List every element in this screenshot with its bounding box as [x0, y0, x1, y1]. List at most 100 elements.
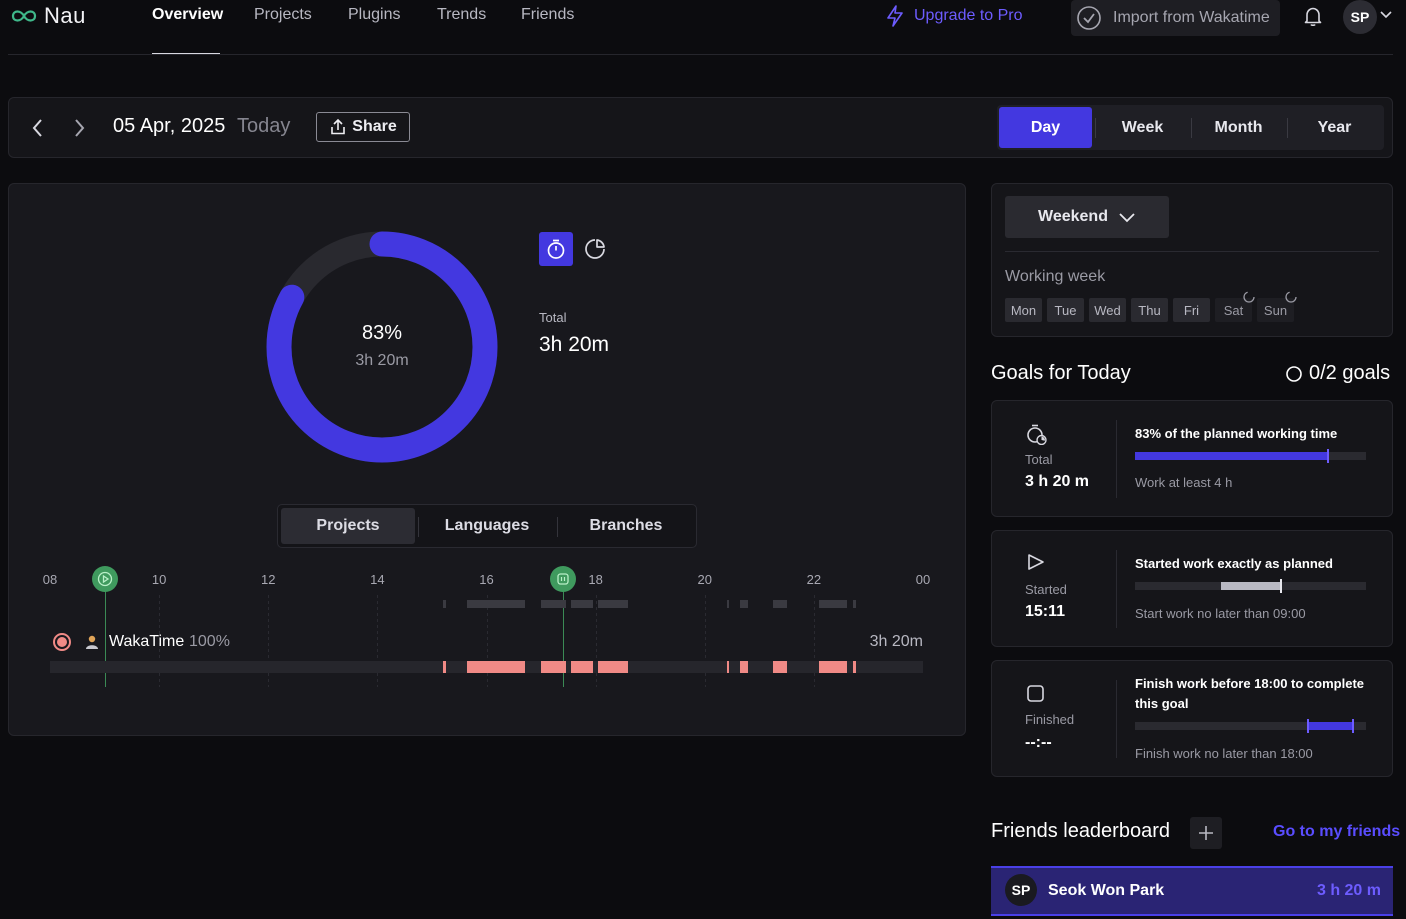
- timeline-project-bar: [50, 661, 923, 673]
- progress-donut: [266, 231, 498, 463]
- timeline-overview-row: [50, 600, 923, 608]
- nav-projects[interactable]: Projects: [254, 6, 312, 24]
- total-label: Total: [539, 310, 567, 325]
- chevron-down-icon[interactable]: [1379, 8, 1393, 22]
- weekend-dropdown[interactable]: Weekend: [1005, 196, 1169, 238]
- goals-count-label: 0/2 goals: [1309, 362, 1391, 384]
- timeline-gridline: [595, 595, 597, 687]
- timer-view-button[interactable]: [539, 232, 573, 266]
- day-chip-tue[interactable]: Tue: [1047, 298, 1084, 322]
- timeline-gridline: [813, 595, 815, 687]
- timeline-activity-block[interactable]: [541, 661, 566, 673]
- timeline-activity-block[interactable]: [772, 661, 787, 673]
- stopwatch-icon: [1027, 424, 1047, 445]
- period-month-tab[interactable]: Month: [1192, 107, 1285, 148]
- day-chip-mon[interactable]: Mon: [1005, 298, 1042, 322]
- goal-divider: [1116, 680, 1117, 758]
- next-day-button[interactable]: [67, 114, 91, 142]
- timeline-hour-label: 20: [697, 572, 712, 587]
- current-date: 05 Apr, 2025: [113, 115, 226, 137]
- period-selector: Day Week Month Year: [997, 105, 1384, 150]
- goal-started-value: 15:11: [1025, 603, 1066, 620]
- period-year-tab[interactable]: Year: [1288, 107, 1381, 148]
- timeline-overview-block: [853, 600, 857, 608]
- stop-square-icon: [1027, 685, 1044, 702]
- goal-divider: [1116, 550, 1117, 628]
- day-chip-wed[interactable]: Wed: [1089, 298, 1126, 322]
- timeline-hour-label: 08: [42, 572, 58, 587]
- upgrade-to-pro-link[interactable]: Upgrade to Pro: [884, 4, 1023, 28]
- timeline-activity-block[interactable]: [740, 661, 749, 673]
- timeline-activity-block[interactable]: [853, 661, 857, 673]
- tab-divider: [557, 517, 558, 537]
- timeline-activity-block[interactable]: [571, 661, 593, 673]
- bell-icon[interactable]: [1302, 5, 1324, 27]
- timeline-activity-block[interactable]: [467, 661, 522, 673]
- goal-finished-value: --:--: [1025, 734, 1052, 751]
- nav-friends[interactable]: Friends: [521, 6, 574, 24]
- timeline-activity-block[interactable]: [726, 661, 730, 673]
- goal-total-value: 3 h 20 m: [1025, 473, 1090, 490]
- timeline-gridline: [377, 595, 379, 687]
- goal-total-progress-fill: [1135, 452, 1327, 460]
- tab-branches[interactable]: Branches: [559, 508, 693, 544]
- project-user-icon: [86, 635, 98, 649]
- period-week-tab[interactable]: Week: [1096, 107, 1189, 148]
- timeline-overview-block: [467, 600, 522, 608]
- check-circle-icon: [1077, 6, 1101, 30]
- goal-started-sub: Start work no later than 09:00: [1135, 606, 1306, 621]
- project-name[interactable]: WakaTime: [109, 633, 184, 651]
- timeline-now-marker[interactable]: [549, 566, 576, 592]
- goal-progress-marker: [1307, 719, 1309, 733]
- timeline-hour-label: 10: [151, 572, 167, 587]
- timeline-hour-label: 16: [479, 572, 494, 587]
- previous-day-button[interactable]: [26, 114, 50, 142]
- goal-finished-label: Finished: [1025, 712, 1075, 727]
- play-circle-icon: [1028, 554, 1044, 570]
- timeline-hour-label: 22: [806, 572, 822, 587]
- goal-started-progress-fill: [1221, 582, 1281, 590]
- friend-avatar: SP: [1005, 874, 1037, 906]
- day-chip-thu[interactable]: Thu: [1131, 298, 1168, 322]
- tab-languages[interactable]: Languages: [420, 508, 554, 544]
- pause-icon: [557, 573, 569, 585]
- share-button[interactable]: Share: [316, 112, 410, 142]
- import-wakatime-button[interactable]: Import from Wakatime: [1071, 0, 1280, 36]
- timeline-start-marker[interactable]: [91, 566, 118, 592]
- goal-finished-sub: Finish work no later than 18:00: [1135, 746, 1313, 761]
- import-label: Import from Wakatime: [1113, 9, 1270, 26]
- goal-finished-progress: [1135, 719, 1366, 733]
- project-percent: 100%: [189, 633, 230, 650]
- goal-progress-marker: [1352, 719, 1354, 733]
- user-avatar[interactable]: SP: [1343, 0, 1377, 34]
- timeline-gridline: [486, 595, 488, 687]
- timeline-gridline: [704, 595, 706, 687]
- upgrade-label: Upgrade to Pro: [914, 7, 1023, 24]
- moon-icon: [1285, 291, 1297, 303]
- period-day-tab[interactable]: Day: [999, 107, 1092, 148]
- timeline-activity-block[interactable]: [819, 661, 847, 673]
- lightning-icon: [887, 5, 903, 27]
- week-divider: [1005, 251, 1379, 252]
- go-to-friends-link[interactable]: Go to my friends: [1273, 823, 1400, 841]
- project-color-toggle[interactable]: [53, 633, 71, 651]
- timeline-overview-block: [571, 600, 593, 608]
- breakdown-tabs: Projects Languages Branches: [277, 504, 697, 548]
- nav-plugins[interactable]: Plugins: [348, 6, 400, 24]
- add-friend-button[interactable]: [1190, 817, 1222, 849]
- donut-percent: 83%: [361, 322, 403, 344]
- day-chip-fri[interactable]: Fri: [1173, 298, 1210, 322]
- app-logo[interactable]: Nau: [10, 3, 86, 28]
- timeline-activity-block[interactable]: [598, 661, 629, 673]
- goal-started-title: Started work exactly as planned: [1135, 556, 1333, 571]
- tab-divider: [418, 517, 419, 537]
- pie-view-button[interactable]: [581, 235, 609, 263]
- tab-projects[interactable]: Projects: [281, 508, 415, 544]
- timeline-activity-block[interactable]: [511, 661, 514, 673]
- nav-overview[interactable]: Overview: [152, 6, 223, 24]
- timeline-activity-block[interactable]: [442, 661, 446, 673]
- donut-time: 3h 20m: [355, 352, 409, 369]
- chevron-left-icon: [32, 119, 42, 137]
- timeline-activity-block[interactable]: [521, 661, 525, 673]
- nav-trends[interactable]: Trends: [437, 6, 486, 24]
